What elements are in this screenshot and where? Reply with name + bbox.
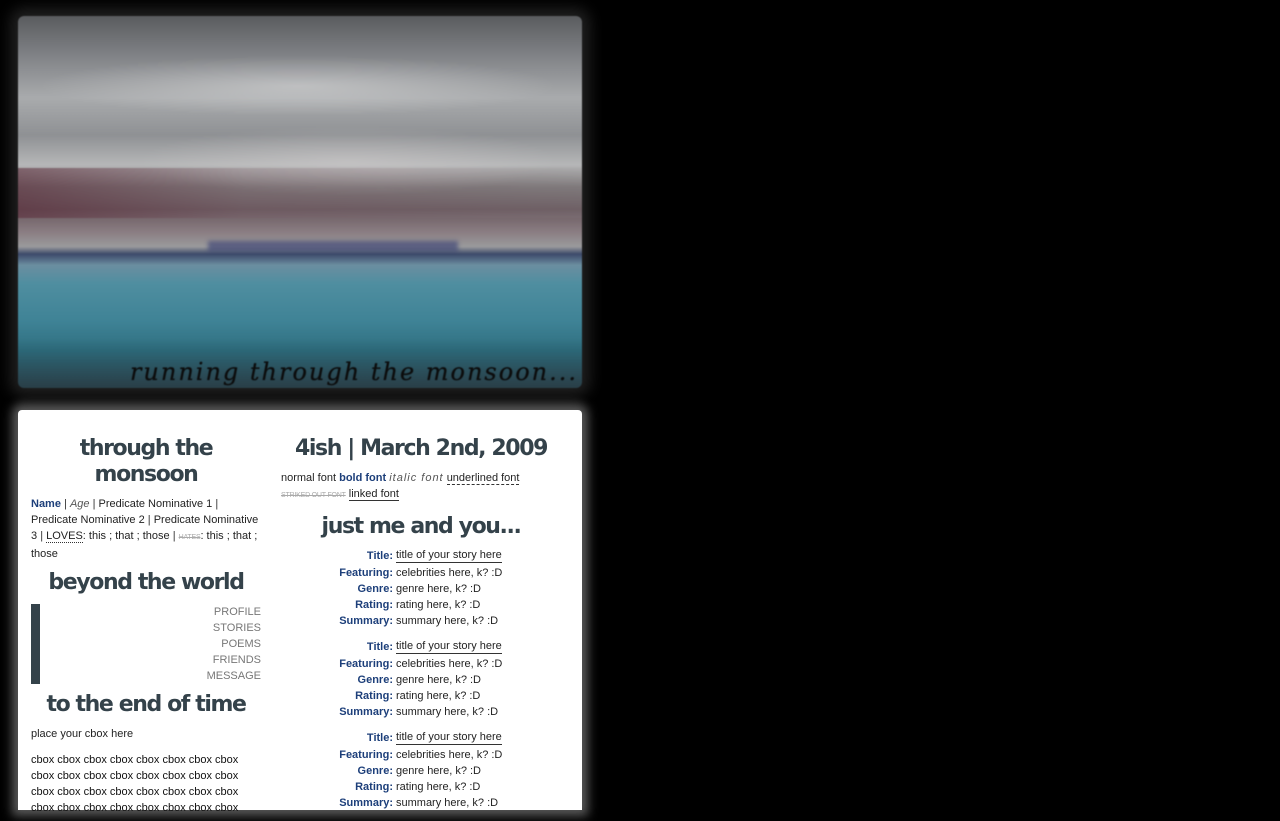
- cbox-line: cbox cbox cbox cbox cbox cbox cbox cbox: [31, 802, 239, 814]
- main-content: 4ish | March 2nd, 2009 normal font bold …: [281, 436, 561, 821]
- separator: |: [215, 498, 219, 510]
- story-summary: summary here, k? :D: [396, 615, 499, 627]
- story-title-link[interactable]: title of your story here: [396, 548, 502, 563]
- story-title-label: Title:: [366, 550, 393, 562]
- story-rating-label: Rating:: [355, 781, 393, 793]
- cbox-placeholder: place your cbox here: [31, 728, 134, 740]
- story-entry: Title: title of your story here Featuring…: [281, 639, 561, 720]
- nav-menu: PROFILE STORIES POEMS FRIENDS MESSAGE: [31, 604, 261, 684]
- separator: |: [147, 514, 151, 526]
- banner-horizon: [208, 241, 458, 251]
- story-rating: rating here, k? :D: [396, 599, 481, 611]
- separator: |: [40, 530, 44, 542]
- story-summary: summary here, k? :D: [396, 797, 499, 809]
- story-title-label: Title:: [366, 641, 393, 653]
- sidebar: through the monsoon Name | Age | Predica…: [31, 436, 261, 816]
- story-featuring-label: Featuring:: [339, 658, 393, 670]
- story-title-label: Title:: [366, 732, 393, 744]
- story-rating: rating here, k? :D: [396, 781, 481, 793]
- nav-item-poems[interactable]: POEMS: [207, 636, 261, 652]
- post-date-title: 4ish | March 2nd, 2009: [294, 436, 548, 461]
- nav-item-profile[interactable]: PROFILE: [207, 604, 261, 620]
- cbox-title: to the end of time: [46, 692, 246, 717]
- hates-label: HATES: [178, 534, 201, 541]
- profile-age: Age: [69, 498, 90, 510]
- story-featuring: celebrities here, k? :D: [396, 749, 503, 761]
- profile-pn2: Predicate Nominative 2: [31, 514, 145, 526]
- nav-item-stories[interactable]: STORIES: [207, 620, 261, 636]
- story-title-link[interactable]: title of your story here: [396, 639, 502, 654]
- cbox-line: cbox cbox cbox cbox cbox cbox cbox cbox: [31, 770, 239, 782]
- story-featuring-label: Featuring:: [339, 749, 393, 761]
- cbox-line: cbox cbox cbox cbox cbox cbox cbox cbox: [31, 786, 239, 798]
- story-genre: genre here, k? :D: [396, 765, 481, 777]
- italic-font-sample: italic font: [389, 472, 444, 484]
- story-entry: Title: title of your story here Featuring…: [281, 730, 561, 811]
- banner-clouds: [38, 56, 558, 116]
- stories-title: just me and you...: [321, 514, 522, 539]
- story-featuring-label: Featuring:: [339, 567, 393, 579]
- story-genre-label: Genre:: [357, 583, 393, 595]
- blog-title: through the monsoon: [79, 436, 214, 487]
- bold-font-sample: bold font: [339, 472, 387, 484]
- header-banner: running through the monsoon...: [18, 16, 582, 388]
- separator: |: [172, 530, 176, 542]
- normal-font-sample: normal font: [281, 472, 337, 484]
- story-featuring: celebrities here, k? :D: [396, 567, 503, 579]
- story-summary-label: Summary:: [339, 706, 393, 718]
- content-panel: through the monsoon Name | Age | Predica…: [18, 410, 582, 814]
- nav-title: beyond the world: [48, 570, 245, 595]
- loves-label: LOVES: [46, 530, 83, 543]
- nav-accent-bar: [31, 604, 40, 684]
- banner-caption: running through the monsoon...: [129, 358, 578, 386]
- story-genre: genre here, k? :D: [396, 674, 481, 686]
- story-rating-label: Rating:: [355, 599, 393, 611]
- story-genre-label: Genre:: [357, 765, 393, 777]
- profile-pn1: Predicate Nominative 1: [98, 498, 213, 510]
- linked-font-sample[interactable]: linked font: [348, 488, 399, 501]
- story-featuring: celebrities here, k? :D: [396, 658, 503, 670]
- cbox-area[interactable]: cbox cbox cbox cbox cbox cbox cbox cbox …: [31, 752, 261, 816]
- story-summary-label: Summary:: [339, 797, 393, 809]
- story-genre-label: Genre:: [357, 674, 393, 686]
- banner-streak: [18, 168, 582, 218]
- story-title-link[interactable]: title of your story here: [396, 730, 502, 745]
- story-summary: summary here, k? :D: [396, 706, 499, 718]
- font-samples: normal font bold font italic font underl…: [281, 470, 561, 504]
- profile-name: Name: [31, 498, 61, 510]
- story-summary-label: Summary:: [339, 615, 393, 627]
- story-rating-label: Rating:: [355, 690, 393, 702]
- story-rating: rating here, k? :D: [396, 690, 481, 702]
- story-genre: genre here, k? :D: [396, 583, 481, 595]
- profile-summary: Name | Age | Predicate Nominative 1 | Pr…: [31, 496, 261, 562]
- nav-item-message[interactable]: MESSAGE: [207, 668, 261, 684]
- striked-font-sample: STRIKED OUT FONT: [281, 492, 346, 499]
- separator: |: [64, 498, 67, 510]
- story-entry: Title: title of your story here Featuring…: [281, 548, 561, 629]
- cbox-line: cbox cbox cbox cbox cbox cbox cbox cbox: [31, 754, 239, 766]
- underlined-font-sample: underlined font: [446, 472, 520, 485]
- loves-value: : this ; that ; those: [82, 530, 170, 542]
- nav-item-friends[interactable]: FRIENDS: [207, 652, 261, 668]
- separator: |: [92, 498, 96, 510]
